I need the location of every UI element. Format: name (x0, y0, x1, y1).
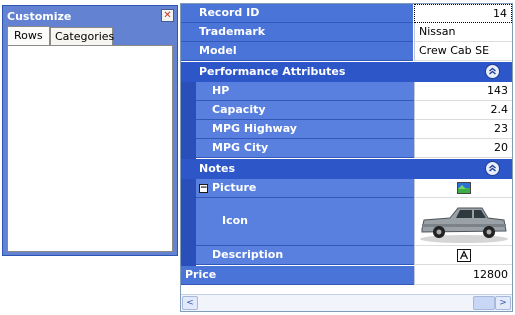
row-mpg-city[interactable]: MPG City 20 (181, 139, 512, 158)
row-record-id[interactable]: Record ID 14 (181, 4, 512, 23)
truck-photo (416, 199, 511, 244)
row-description[interactable]: Description (181, 246, 512, 265)
picture-label-cell: − Picture (196, 179, 414, 198)
capacity-value[interactable]: 2.4 (414, 101, 512, 120)
row-hp[interactable]: HP 143 (181, 82, 512, 101)
close-icon[interactable]: ✕ (161, 9, 174, 22)
tab-categories[interactable]: Categories (50, 27, 114, 45)
text-editor-icon (456, 249, 471, 262)
row-mpg-highway[interactable]: MPG Highway 23 (181, 120, 512, 139)
mpg-highway-label: MPG Highway (196, 120, 414, 139)
mpg-city-value[interactable]: 20 (414, 139, 512, 158)
horizontal-scrollbar[interactable]: < > (181, 294, 512, 311)
category-notes[interactable]: Notes (181, 159, 512, 179)
hp-label: HP (196, 82, 414, 101)
tab-rows[interactable]: Rows (7, 26, 50, 46)
collapse-chevrons-icon[interactable] (485, 161, 500, 176)
scroll-left-icon[interactable]: < (182, 296, 198, 310)
model-label: Model (181, 42, 413, 61)
trademark-label: Trademark (181, 23, 413, 42)
row-model[interactable]: Model Crew Cab SE (181, 42, 512, 61)
customize-list[interactable] (7, 45, 173, 252)
customize-panel: Customize ✕ Rows Categories (2, 5, 178, 256)
row-price[interactable]: Price 12800 (181, 266, 512, 285)
icon-label: Icon (196, 198, 414, 246)
price-value[interactable]: 12800 (414, 266, 512, 285)
mpg-city-label: MPG City (196, 139, 414, 158)
description-value[interactable] (414, 246, 512, 265)
hp-value[interactable]: 143 (414, 82, 512, 101)
collapse-minus-icon[interactable]: − (199, 184, 208, 193)
picture-value[interactable] (414, 179, 512, 198)
picture-label: Picture (212, 181, 257, 194)
record-id-label: Record ID (181, 4, 413, 23)
row-icon[interactable]: Icon (181, 198, 512, 246)
icon-value[interactable] (414, 198, 512, 246)
scroll-right-icon[interactable]: > (495, 296, 511, 310)
capacity-label: Capacity (196, 101, 414, 120)
scroll-thumb[interactable] (473, 296, 495, 310)
price-label: Price (181, 266, 414, 285)
mpg-highway-value[interactable]: 23 (414, 120, 512, 139)
performance-category-label: Performance Attributes (199, 65, 346, 78)
record-id-value[interactable]: 14 (414, 4, 512, 23)
category-performance-attributes[interactable]: Performance Attributes (181, 62, 512, 82)
property-grid: Record ID 14 Trademark Nissan Model Crew… (180, 3, 513, 312)
model-value[interactable]: Crew Cab SE (414, 42, 512, 61)
description-label: Description (196, 246, 414, 265)
trademark-value[interactable]: Nissan (414, 23, 512, 42)
notes-category-label: Notes (199, 162, 236, 175)
row-capacity[interactable]: Capacity 2.4 (181, 101, 512, 120)
row-trademark[interactable]: Trademark Nissan (181, 23, 512, 42)
customize-title: Customize (7, 10, 72, 23)
row-picture[interactable]: − Picture (181, 179, 512, 198)
collapse-chevrons-icon[interactable] (485, 64, 500, 79)
picture-icon (456, 182, 471, 194)
